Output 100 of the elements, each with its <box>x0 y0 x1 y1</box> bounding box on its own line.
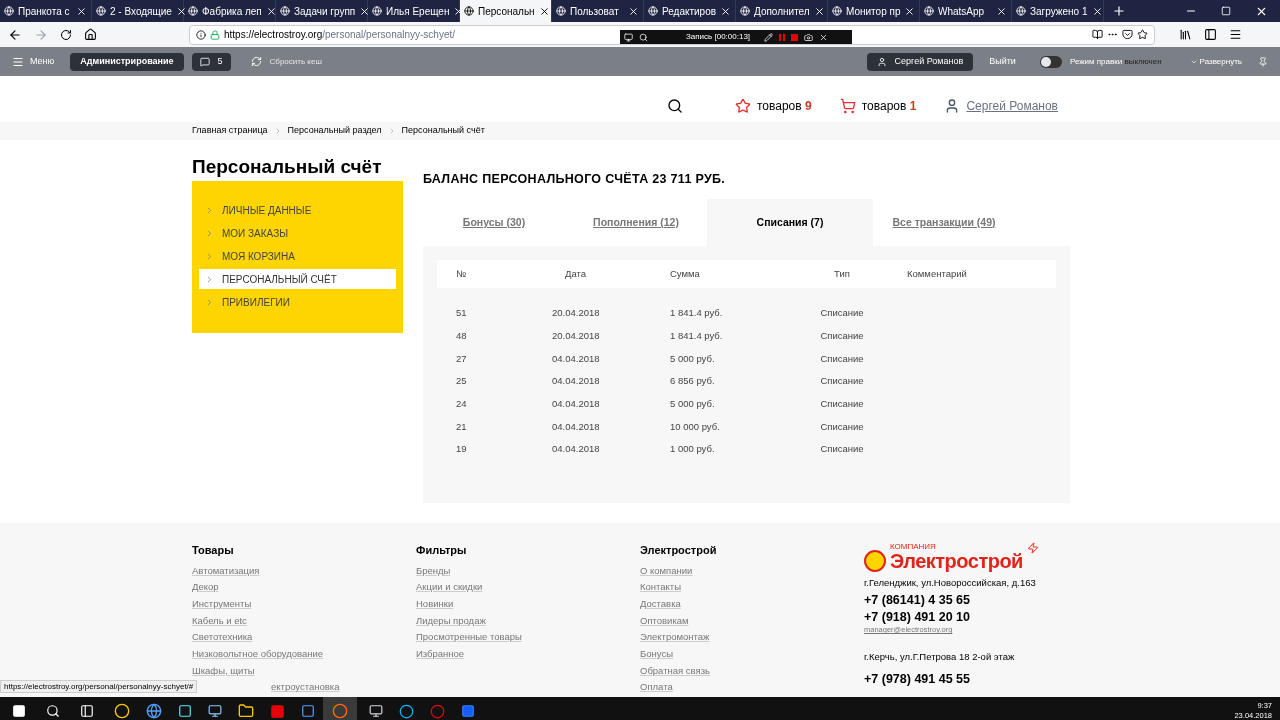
close-icon <box>628 5 639 17</box>
footer-link[interactable]: Декор <box>192 580 416 597</box>
pause-icon <box>779 33 786 41</box>
footer-link[interactable]: ектроустановка <box>271 680 416 697</box>
footer-link[interactable]: Оптовикам <box>640 613 864 631</box>
table-cell-text: 19 <box>455 442 468 457</box>
search-icon <box>639 32 648 42</box>
favorites-count[interactable]: товаров 9 <box>757 97 812 115</box>
clear-cache-link[interactable]: Сбросить кеш <box>269 55 322 68</box>
back-icon[interactable] <box>8 27 22 42</box>
info-icon <box>196 29 206 40</box>
footer-link[interactable]: Бонусы <box>640 646 864 664</box>
table-cell-text: Списание <box>819 442 865 457</box>
menu-item[interactable]: ЛИЧНЫЕ ДАННЫЕ <box>199 200 396 220</box>
menu-item[interactable]: ПЕРСОНАЛЬНЫЙ СЧЁТ <box>199 269 396 289</box>
menu-icon[interactable] <box>1229 28 1242 41</box>
admin-button[interactable]: Администрирование <box>70 52 184 71</box>
pocket-icon <box>1122 29 1133 40</box>
transactions-tab[interactable]: Пополнения (12) <box>565 199 707 246</box>
footer-link[interactable]: Автоматизация <box>192 563 416 581</box>
transactions-tab[interactable]: Все транзакции (49) <box>873 199 1015 246</box>
edit-mode-switch[interactable] <box>1039 55 1062 68</box>
chevron-icon <box>205 274 214 284</box>
breadcrumb-link[interactable]: Главная страница <box>192 124 268 138</box>
maximize-icon[interactable] <box>1221 6 1231 16</box>
menu-link[interactable]: Меню <box>30 54 55 69</box>
app-icon[interactable] <box>270 703 285 719</box>
globe-icon[interactable] <box>146 703 162 719</box>
address: г.Геленджик, ул.Новороссийская, д.163 <box>864 576 1037 590</box>
menu-item[interactable]: МОИ ЗАКАЗЫ <box>199 223 396 243</box>
user-link[interactable]: Сергей Романов <box>966 97 1058 115</box>
cart-count[interactable]: товаров 1 <box>861 97 917 115</box>
browser-tab[interactable]: Персональн <box>460 0 552 22</box>
footer-link[interactable]: Электромонтаж <box>640 630 864 647</box>
star-icon <box>735 98 751 114</box>
table-cell-text: 04.04.2018 <box>551 442 601 457</box>
task-view-icon[interactable] <box>80 704 94 718</box>
app-icon[interactable] <box>301 704 315 718</box>
expand-link[interactable]: Развернуть <box>1199 55 1242 68</box>
new-tab-icon[interactable] <box>1112 4 1126 18</box>
footer-link[interactable]: Избранное <box>416 646 640 664</box>
breadcrumb-link[interactable]: Персональный счёт <box>401 124 485 138</box>
record-icon[interactable] <box>430 703 445 719</box>
library-icon[interactable] <box>1179 28 1192 41</box>
table-cell-text: Списание <box>819 328 865 343</box>
footer-link[interactable]: Доставка <box>640 596 864 614</box>
menu-item[interactable]: МОЯ КОРЗИНА <box>199 246 396 266</box>
home-icon[interactable] <box>84 28 97 41</box>
sidebar-icon[interactable] <box>1204 28 1217 41</box>
column-header: Сумма <box>669 266 701 281</box>
transactions-tab[interactable]: Списания (7) <box>707 199 873 246</box>
footer-link[interactable]: Бренды <box>416 563 640 581</box>
edit-mode-label: Режим правки выключен <box>1069 55 1162 68</box>
search-icon[interactable] <box>667 98 683 114</box>
footer-link[interactable]: О компании <box>640 563 864 581</box>
screen-icon <box>624 32 633 42</box>
search-icon[interactable] <box>46 704 60 718</box>
monitor-icon[interactable] <box>208 704 222 718</box>
table-cell-text: Списание <box>819 396 865 411</box>
footer-link[interactable]: Оплата <box>640 680 864 697</box>
table-cell-text: 1 841.4 руб. <box>669 306 724 321</box>
phone-number: +7 (86141) 4 35 65 <box>864 593 971 608</box>
close-icon <box>359 5 371 17</box>
footer-link[interactable]: Светотехника <box>192 630 416 647</box>
globe-icon <box>372 6 382 16</box>
footer-link[interactable]: Новинки <box>416 596 640 614</box>
table-cell-text: Списание <box>819 351 865 366</box>
reload-icon[interactable] <box>60 28 72 41</box>
url-text: https://electrostroy.org/personal/personalnyy-schyet/ <box>224 28 456 42</box>
document-icon[interactable] <box>461 704 475 718</box>
footer-link[interactable]: Акции и скидки <box>416 580 640 597</box>
phone-number: +7 (918) 491 20 10 <box>864 610 971 625</box>
close-icon <box>175 5 187 17</box>
close-icon <box>720 5 732 17</box>
monitor-icon[interactable] <box>369 704 383 718</box>
footer-link[interactable]: Инструменты <box>192 596 416 614</box>
start-icon[interactable] <box>12 704 26 718</box>
transactions-tab[interactable]: Бонусы (30) <box>423 199 565 246</box>
footer-heading: Фильтры <box>416 543 468 558</box>
table-cell-text: 48 <box>455 328 468 343</box>
close-icon <box>76 5 87 17</box>
message-icon <box>199 56 210 67</box>
footer-link[interactable]: Обратная связь <box>640 663 864 681</box>
close-icon <box>813 5 825 17</box>
footer-link[interactable]: Низковольтное оборудование <box>192 646 416 664</box>
globe-icon <box>924 6 934 16</box>
footer-link[interactable]: Контакты <box>640 580 864 597</box>
column-header: Комментарий <box>906 266 968 281</box>
reader-icon <box>1092 29 1103 40</box>
user-button[interactable]: Сергей Романов <box>866 52 974 71</box>
folder-icon[interactable] <box>238 703 254 719</box>
breadcrumb-link[interactable]: Персональный раздел <box>287 124 382 138</box>
footer-link[interactable]: Лидеры продаж <box>416 613 640 631</box>
footer-link[interactable]: Кабель и etc <box>192 613 416 631</box>
refresh-icon <box>250 56 262 67</box>
notifications-button[interactable]: 5 <box>191 52 231 71</box>
footer-link[interactable]: Просмотренные товары <box>416 630 640 647</box>
menu-item[interactable]: ПРИВИЛЕГИИ <box>199 292 396 312</box>
footer-link[interactable]: Шкафы, щиты <box>192 663 416 681</box>
logout-link[interactable]: Выйти <box>989 54 1016 69</box>
